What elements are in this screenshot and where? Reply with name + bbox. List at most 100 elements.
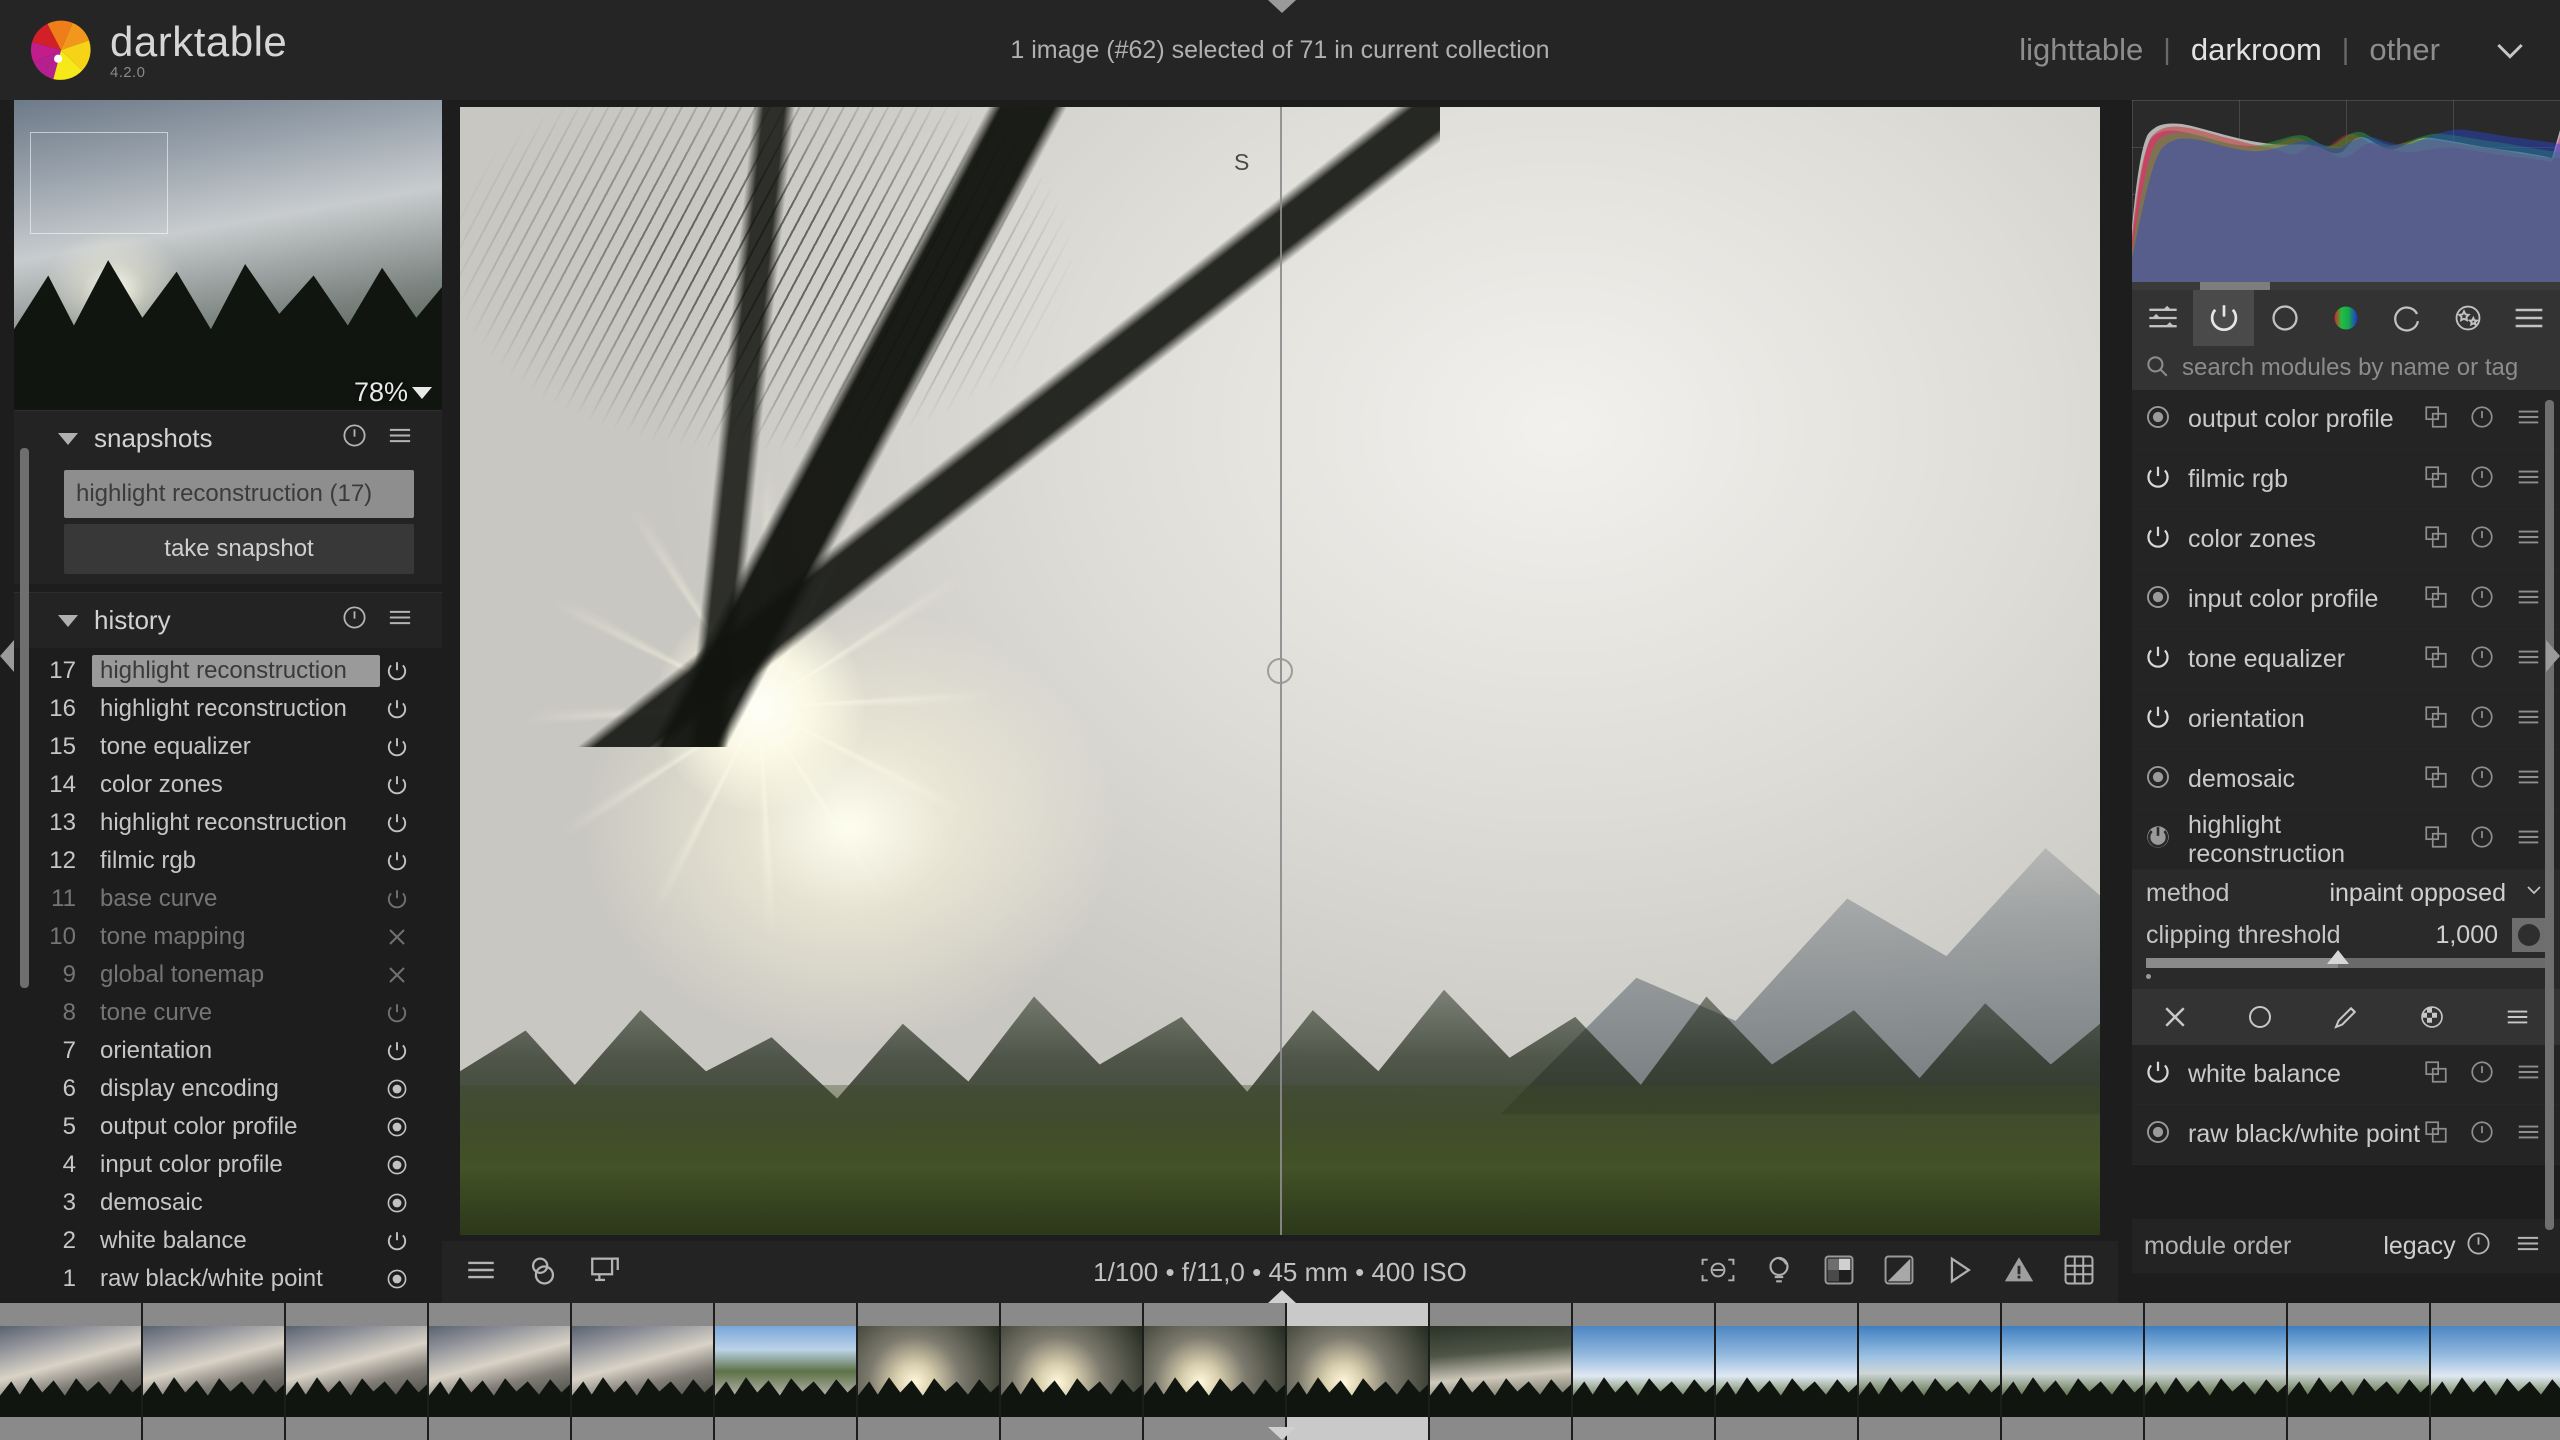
history-item-11[interactable]: 11 base curve [14, 880, 442, 918]
reset-icon[interactable] [341, 422, 368, 456]
iso12646-icon[interactable] [1822, 1253, 1856, 1292]
history-item-14[interactable]: 14 color zones [14, 766, 442, 804]
lighting-icon[interactable] [1762, 1253, 1796, 1292]
blend-uniformly-icon[interactable] [2232, 989, 2288, 1045]
presets-hamburger-icon[interactable] [2515, 644, 2542, 675]
top-panel-collapse-handle[interactable] [1268, 0, 1296, 13]
clipping-threshold-slider[interactable] [2146, 950, 2546, 968]
always-on-icon[interactable] [380, 1115, 414, 1139]
filmstrip-thumbnail[interactable] [1430, 1303, 1573, 1440]
right-panel-collapse-handle[interactable] [2546, 640, 2560, 672]
module-row-input-color-profile[interactable]: input color profile [2132, 570, 2560, 630]
history-item-3[interactable]: 3 demosaic [14, 1184, 442, 1222]
presets-hamburger-icon[interactable] [2515, 1059, 2542, 1090]
power-icon[interactable] [2144, 463, 2172, 496]
filmstrip-thumbnail[interactable] [0, 1303, 143, 1440]
power-icon[interactable] [380, 773, 414, 797]
module-order-value[interactable]: legacy [2383, 1232, 2455, 1261]
always-on-icon[interactable] [380, 1077, 414, 1101]
blend-presets-icon[interactable] [2489, 989, 2545, 1045]
filmstrip-thumbnail[interactable] [143, 1303, 286, 1440]
filmstrip-thumbnail[interactable] [429, 1303, 572, 1440]
clipping-threshold-value[interactable]: 1,000 [2435, 921, 2498, 950]
power-icon[interactable] [380, 735, 414, 759]
method-value[interactable]: inpaint opposed [2329, 879, 2506, 908]
tab-module-presets[interactable] [2499, 290, 2560, 346]
presets-hamburger-icon[interactable] [2515, 464, 2542, 495]
history-item-10[interactable]: 10 tone mapping [14, 918, 442, 956]
presets-hamburger-icon[interactable] [2515, 704, 2542, 735]
reset-icon[interactable] [2469, 584, 2495, 615]
snapshot-item[interactable]: highlight reconstruction (17) [64, 470, 414, 518]
presets-hamburger-icon[interactable] [2515, 824, 2542, 855]
histogram-exposure-strip[interactable] [2132, 282, 2560, 290]
view-lighttable[interactable]: lighttable [2003, 32, 2159, 68]
power-icon-active[interactable] [2144, 823, 2172, 856]
history-item-15[interactable]: 15 tone equalizer [14, 728, 442, 766]
filmstrip-thumbnail[interactable] [2288, 1303, 2431, 1440]
multi-instance-icon[interactable] [2423, 764, 2449, 795]
hamburger-icon[interactable] [386, 604, 414, 638]
power-icon[interactable] [380, 1229, 414, 1253]
navigation-viewport-box[interactable] [30, 132, 168, 234]
filmstrip-thumbnail[interactable] [1716, 1303, 1859, 1440]
navigation-preview[interactable]: 78% [14, 100, 442, 410]
history-item-9[interactable]: 9 global tonemap [14, 956, 442, 994]
power-icon[interactable] [380, 659, 414, 683]
hamburger-icon[interactable] [2514, 1230, 2542, 1262]
filmstrip-thumbnail[interactable] [286, 1303, 429, 1440]
multi-instance-icon[interactable] [2423, 1059, 2449, 1090]
presets-hamburger-icon[interactable] [2515, 764, 2542, 795]
gamut-check-icon[interactable] [1882, 1253, 1916, 1292]
tab-color-group[interactable] [2315, 290, 2376, 346]
module-row-highlight-reconstruction[interactable]: highlight reconstruction [2132, 810, 2560, 870]
reset-icon[interactable] [2469, 764, 2495, 795]
reset-icon[interactable] [2469, 524, 2495, 555]
reset-icon[interactable] [2469, 1059, 2495, 1090]
module-row-white-balance[interactable]: white balance [2132, 1045, 2560, 1105]
chevron-down-icon[interactable] [2488, 28, 2532, 72]
history-item-6[interactable]: 6 display encoding [14, 1070, 442, 1108]
filmstrip-thumbnail[interactable] [858, 1303, 1001, 1440]
right-panel-scrollbar[interactable] [2545, 400, 2554, 1230]
power-icon[interactable] [380, 1039, 414, 1063]
filmstrip-thumbnail[interactable] [572, 1303, 715, 1440]
module-row-demosaic[interactable]: demosaic [2132, 750, 2560, 810]
snapshots-section-header[interactable]: snapshots [14, 410, 442, 466]
tab-tone-group[interactable] [2254, 290, 2315, 346]
second-window-icon[interactable] [588, 1253, 622, 1292]
reset-icon[interactable] [2469, 704, 2495, 735]
multi-instance-icon[interactable] [2423, 464, 2449, 495]
filmstrip-thumbnail[interactable] [2145, 1303, 2288, 1440]
histogram[interactable] [2132, 100, 2560, 290]
module-row-output-color-profile[interactable]: output color profile [2132, 390, 2560, 450]
tab-technical-group[interactable] [2193, 290, 2255, 346]
reset-icon[interactable] [341, 604, 368, 638]
filmstrip-thumbnail[interactable] [1287, 1303, 1430, 1440]
guides-icon[interactable] [2062, 1253, 2096, 1292]
reset-icon[interactable] [2465, 1230, 2492, 1262]
zoom-level-control[interactable]: 78% [354, 377, 432, 408]
power-icon[interactable] [2144, 523, 2172, 556]
hamburger-icon[interactable] [464, 1253, 498, 1292]
multi-instance-icon[interactable] [2423, 824, 2449, 855]
power-icon[interactable] [2144, 1058, 2172, 1091]
module-row-orientation[interactable]: orientation [2132, 690, 2560, 750]
left-panel-scrollbar[interactable] [20, 448, 29, 988]
always-on-icon[interactable] [380, 1267, 414, 1291]
history-item-1[interactable]: 1 raw black/white point [14, 1260, 442, 1298]
history-item-16[interactable]: 16 highlight reconstruction [14, 690, 442, 728]
power-icon[interactable] [380, 1001, 414, 1025]
blend-off-icon[interactable] [2147, 989, 2203, 1045]
always-on-icon[interactable] [380, 1191, 414, 1215]
history-item-8[interactable]: 8 tone curve [14, 994, 442, 1032]
filmstrip-thumbnail[interactable] [2431, 1303, 2560, 1440]
color-assessment-icon[interactable] [526, 1253, 560, 1292]
filmstrip-thumbnail[interactable] [715, 1303, 858, 1440]
multi-instance-icon[interactable] [2423, 704, 2449, 735]
reset-icon[interactable] [2469, 404, 2495, 435]
module-row-raw-black-white-point[interactable]: raw black/white point [2132, 1105, 2560, 1165]
triangle-down-icon[interactable] [412, 386, 432, 399]
filmstrip-thumbnail[interactable] [1001, 1303, 1144, 1440]
filmstrip-thumbnail[interactable] [1144, 1303, 1287, 1440]
